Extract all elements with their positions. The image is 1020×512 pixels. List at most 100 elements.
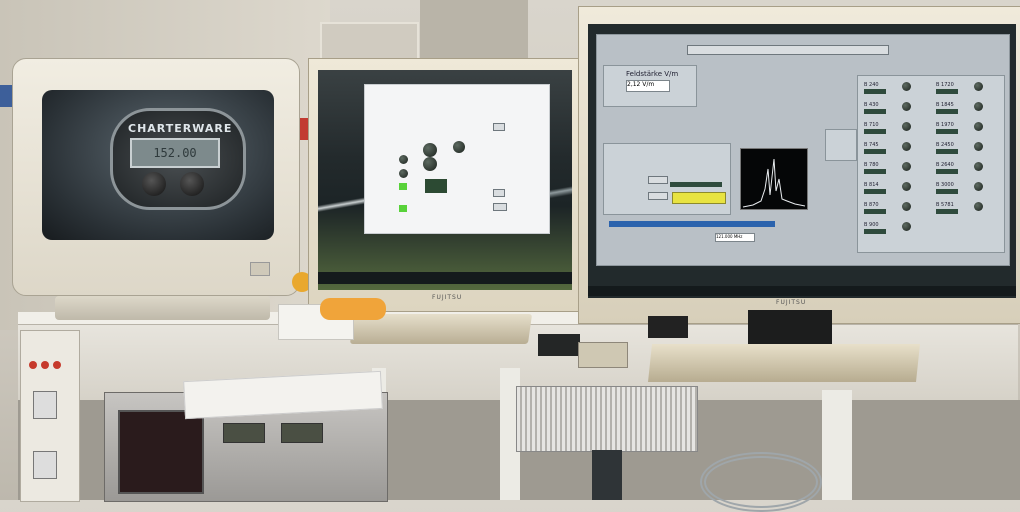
- channel-bar: [936, 189, 958, 194]
- black-box: [648, 316, 688, 338]
- window-button[interactable]: [493, 123, 505, 131]
- red-button[interactable]: [41, 361, 49, 369]
- channel-label: B 745: [864, 142, 879, 148]
- channel-label: B 900: [864, 222, 879, 228]
- connector-block: [592, 450, 622, 500]
- field-panel: Feldstärke V/m 2,12 V/m: [603, 65, 697, 107]
- breaker-switch[interactable]: [33, 391, 57, 419]
- oscilloscope-plot: [740, 148, 808, 210]
- breaker-switch[interactable]: [33, 451, 57, 479]
- channel-led[interactable]: [974, 122, 983, 131]
- small-box: [578, 342, 628, 368]
- channel-label: B 5781: [936, 202, 954, 208]
- channel-label: B 710: [864, 122, 879, 128]
- small-panel: [825, 129, 857, 161]
- channel-led[interactable]: [902, 102, 911, 111]
- channel-label: B 2640: [936, 162, 954, 168]
- green-indicator: [399, 183, 407, 190]
- window-button[interactable]: [493, 203, 507, 211]
- channel-bar: [936, 209, 958, 214]
- crt-stand: [55, 296, 270, 320]
- channel-bar: [864, 129, 886, 134]
- right-monitor-brand: FUJITSU: [776, 299, 807, 306]
- channel-bar: [864, 229, 886, 234]
- instrument-display: [281, 423, 323, 443]
- indicator-led: [399, 169, 408, 178]
- channel-led[interactable]: [902, 182, 911, 191]
- window-button[interactable]: [493, 189, 505, 197]
- channel-label: B 430: [864, 102, 879, 108]
- app-button[interactable]: [648, 176, 668, 184]
- orange-object: [320, 298, 386, 320]
- channel-led[interactable]: [902, 142, 911, 151]
- channel-bar: [864, 89, 886, 94]
- channel-label: B 240: [864, 82, 879, 88]
- channel-label: B 870: [864, 202, 879, 208]
- field-title: Feldstärke V/m: [626, 70, 679, 78]
- channel-led[interactable]: [974, 182, 983, 191]
- channel-label: B 814: [864, 182, 879, 188]
- channel-bar: [864, 149, 886, 154]
- red-button[interactable]: [53, 361, 61, 369]
- indicator-led: [423, 143, 437, 157]
- red-button[interactable]: [29, 361, 37, 369]
- channel-led[interactable]: [902, 202, 911, 211]
- shelf-divider: [822, 390, 852, 500]
- indicator-led: [399, 155, 408, 164]
- meter-knob: [180, 172, 204, 196]
- channel-led[interactable]: [974, 142, 983, 151]
- channel-bar: [864, 169, 886, 174]
- channel-bar: [864, 109, 886, 114]
- channel-bar: [864, 189, 886, 194]
- pillar: [420, 0, 528, 62]
- channel-bar: [936, 109, 958, 114]
- channel-led[interactable]: [902, 162, 911, 171]
- crt-power-button[interactable]: [250, 262, 270, 276]
- title-bar-field: [687, 45, 889, 55]
- meter-brand-label: CHARTERWARE: [128, 122, 233, 135]
- scope-trace: [742, 158, 806, 208]
- channel-led[interactable]: [974, 82, 983, 91]
- channel-bar: [936, 149, 958, 154]
- instrument-display: [223, 423, 265, 443]
- channel-bar: [936, 169, 958, 174]
- channel-led[interactable]: [974, 202, 983, 211]
- channel-label: B 1970: [936, 122, 954, 128]
- channel-led[interactable]: [902, 82, 911, 91]
- channel-led[interactable]: [974, 162, 983, 171]
- power-rack: [20, 330, 80, 502]
- right-monitor-stand: [648, 344, 920, 382]
- channel-bar: [936, 89, 958, 94]
- progress-bar: [609, 221, 775, 227]
- indicator-led: [453, 141, 465, 153]
- channel-label: B 3000: [936, 182, 954, 188]
- terminal-block: [538, 334, 580, 356]
- right-taskbar: [588, 286, 1016, 296]
- dark-bar: [670, 182, 722, 187]
- dark-indicator: [425, 179, 447, 193]
- ventilation-panel: [516, 386, 698, 452]
- green-indicator: [399, 205, 407, 212]
- frequency-field: 121.000 MHz: [715, 233, 755, 242]
- control-window: [364, 84, 550, 234]
- settings-panel: [603, 143, 731, 215]
- app-button[interactable]: [648, 192, 668, 200]
- indicator-led: [423, 157, 437, 171]
- meter-lcd-readout: 152.00: [130, 138, 220, 168]
- channel-bar: [864, 209, 886, 214]
- channel-led[interactable]: [974, 102, 983, 111]
- meter-knob: [142, 172, 166, 196]
- channel-bar: [936, 129, 958, 134]
- middle-monitor-brand: FUJITSU: [432, 294, 463, 301]
- instrument-screen: [118, 410, 204, 494]
- channel-led[interactable]: [902, 122, 911, 131]
- middle-taskbar: [318, 272, 572, 284]
- channel-label: B 1720: [936, 82, 954, 88]
- field-value: 2,12 V/m: [626, 80, 670, 92]
- channel-label: B 780: [864, 162, 879, 168]
- channel-panel: B 240 B 430 B 710 B 745 B 780 B 814 B 870 B 900…: [857, 75, 1005, 253]
- start-button[interactable]: [672, 192, 726, 204]
- channel-led[interactable]: [902, 222, 911, 231]
- channel-label: B 1845: [936, 102, 954, 108]
- channel-label: B 2450: [936, 142, 954, 148]
